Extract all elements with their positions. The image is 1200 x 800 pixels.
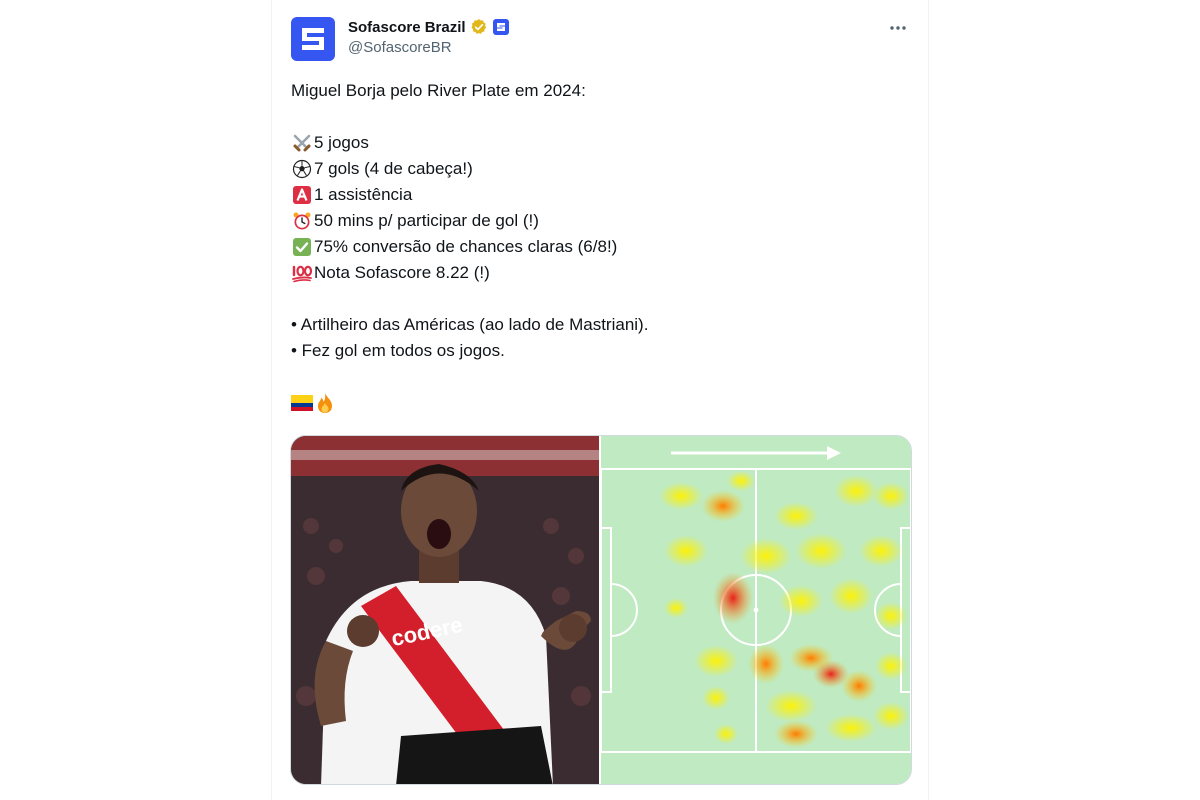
- hundred-points-icon: [291, 262, 313, 284]
- check-mark-icon: [291, 236, 313, 258]
- author-handle[interactable]: @SofascoreBR: [348, 39, 510, 56]
- stat-line: 5 jogos: [291, 130, 911, 156]
- crossed-swords-icon: [291, 132, 313, 154]
- stat-line: 50 mins p/ participar de gol (!): [291, 208, 911, 234]
- avatar[interactable]: [291, 17, 335, 61]
- tweet-text: Miguel Borja pelo River Plate em 2024: 5…: [291, 78, 911, 416]
- stat-text: 7 gols (4 de cabeça!): [314, 159, 473, 178]
- stat-line: Nota Sofascore 8.22 (!): [291, 260, 911, 286]
- closing-emojis: [291, 390, 911, 416]
- colombia-flag-icon: [291, 392, 313, 414]
- tweet-media[interactable]: codere: [290, 435, 912, 785]
- more-options-button[interactable]: [886, 20, 910, 36]
- affiliate-badge-icon[interactable]: [492, 18, 510, 36]
- page: Sofascore Brazil @SofascoreBR Miguel Bor…: [0, 0, 1200, 800]
- verified-badge-icon[interactable]: [470, 18, 488, 36]
- heatmap-illustration: [600, 436, 911, 784]
- display-name[interactable]: Sofascore Brazil: [348, 19, 466, 36]
- stat-line: 1 assistência: [291, 182, 911, 208]
- tweet-intro: Miguel Borja pelo River Plate em 2024:: [291, 81, 586, 100]
- heatmap-pitch[interactable]: [600, 436, 911, 784]
- tweet-card[interactable]: Sofascore Brazil @SofascoreBR Miguel Bor…: [271, 0, 929, 800]
- player-photo[interactable]: codere: [291, 436, 599, 784]
- soccer-ball-icon: [291, 158, 313, 180]
- a-button-icon: [291, 184, 313, 206]
- stat-text: 1 assistência: [314, 185, 413, 204]
- stat-text: 5 jogos: [314, 133, 369, 152]
- player-photo-illustration: codere: [291, 436, 599, 784]
- stat-line: 7 gols (4 de cabeça!): [291, 156, 911, 182]
- stat-text: 75% conversão de chances claras (6/8!): [314, 237, 618, 256]
- alarm-clock-icon: [291, 210, 313, 232]
- stat-text: Nota Sofascore 8.22 (!): [314, 263, 490, 282]
- sofascore-logo-icon: [302, 28, 324, 50]
- fire-icon: [314, 392, 336, 414]
- more-dots-icon: [890, 26, 906, 30]
- author-line: Sofascore Brazil: [348, 18, 510, 36]
- author-block: Sofascore Brazil @SofascoreBR: [348, 18, 510, 56]
- bullet-line: • Artilheiro das Américas (ao lado de Ma…: [291, 315, 649, 334]
- stat-line: 75% conversão de chances claras (6/8!): [291, 234, 911, 260]
- stat-text: 50 mins p/ participar de gol (!): [314, 211, 539, 230]
- bullet-line: • Fez gol em todos os jogos.: [291, 341, 505, 360]
